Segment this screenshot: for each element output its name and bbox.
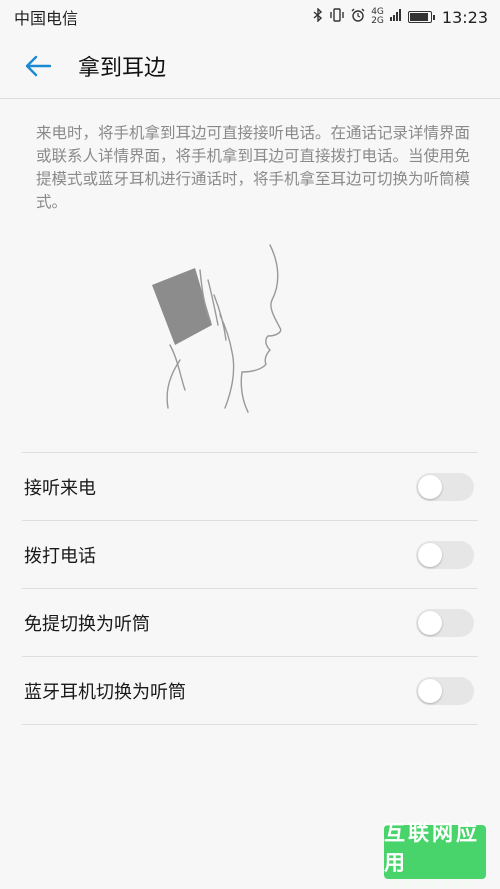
phone-to-ear-illustration	[152, 244, 282, 413]
toggle-knob	[418, 474, 442, 499]
watermark-text: 互联网应用	[384, 820, 480, 875]
page-title: 拿到耳边	[78, 56, 167, 81]
back-button[interactable]	[14, 42, 62, 90]
watermark-logo: 互联网应用 互联网应用市场	[384, 821, 486, 888]
speaker-to-earpiece-toggle[interactable]	[416, 608, 474, 637]
setting-make-call[interactable]: 拨打电话	[22, 520, 478, 588]
alarm-icon	[351, 8, 365, 26]
title-bar: 拿到耳边	[0, 34, 500, 99]
vibrate-icon	[329, 8, 345, 26]
watermark-subtext: 互联网应用市场	[392, 880, 477, 888]
toggle-knob	[418, 610, 442, 635]
back-arrow-icon	[25, 55, 52, 77]
status-icons: 4G 2G 13:23	[313, 7, 488, 27]
status-bar: 中国电信 4G 2G 13:23	[0, 0, 500, 34]
answer-call-toggle[interactable]	[416, 472, 474, 501]
carrier-name: 中国电信	[14, 9, 79, 28]
setting-label: 接听来电	[24, 477, 96, 499]
signal-icon	[389, 9, 402, 25]
bluetooth-to-earpiece-toggle[interactable]	[416, 676, 474, 705]
settings-list: 接听来电 拨打电话 免提切换为听筒 蓝牙耳机切换为听筒	[22, 452, 478, 725]
battery-icon	[407, 11, 435, 23]
network-2g: 2G	[371, 16, 384, 26]
make-call-toggle[interactable]	[416, 540, 474, 569]
setting-answer-call[interactable]: 接听来电	[22, 452, 478, 520]
clock: 13:23	[441, 7, 488, 27]
toggle-knob	[418, 678, 442, 703]
setting-label: 拨打电话	[24, 545, 96, 567]
feature-description: 来电时，将手机拿到耳边可直接接听电话。在通话记录详情界面或联系人详情界面，将手机…	[36, 124, 471, 211]
toggle-knob	[418, 542, 442, 567]
setting-label: 免提切换为听筒	[24, 613, 150, 635]
setting-bluetooth-to-earpiece[interactable]: 蓝牙耳机切换为听筒	[22, 656, 478, 725]
network-type: 4G 2G	[371, 8, 384, 26]
setting-speaker-to-earpiece[interactable]: 免提切换为听筒	[22, 588, 478, 656]
bluetooth-icon	[313, 7, 323, 26]
setting-label: 蓝牙耳机切换为听筒	[24, 681, 186, 703]
